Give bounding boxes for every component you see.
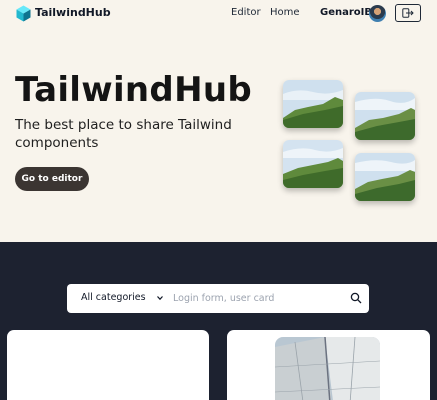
chevron-down-icon[interactable] [156, 294, 164, 302]
brand-name[interactable]: TailwindHub [35, 6, 111, 19]
logout-icon [402, 8, 414, 18]
sailboat-image [275, 337, 380, 400]
nav-link-home[interactable]: Home [270, 7, 300, 18]
hero-subtitle: The best place to share Tailwind compone… [15, 117, 232, 151]
search-icon[interactable] [350, 292, 362, 304]
landscape-image [355, 153, 415, 201]
logout-button[interactable] [395, 4, 421, 22]
nav-link-editor[interactable]: Editor [231, 7, 261, 18]
category-select[interactable]: All categories [81, 292, 146, 303]
hero-title: TailwindHub [15, 70, 252, 110]
search-bar: All categories [67, 284, 369, 313]
top-nav: TailwindHub Editor Home GenaroIBC [0, 0, 437, 28]
go-to-editor-button[interactable]: Go to editor [15, 167, 89, 191]
landscape-image [283, 80, 343, 128]
landscape-image [355, 92, 415, 140]
component-card[interactable] [227, 330, 430, 400]
landscape-image [283, 140, 343, 188]
search-input[interactable] [173, 288, 343, 308]
avatar[interactable] [369, 5, 386, 22]
cube-logo-icon[interactable] [16, 5, 31, 22]
component-card[interactable] [7, 330, 209, 400]
